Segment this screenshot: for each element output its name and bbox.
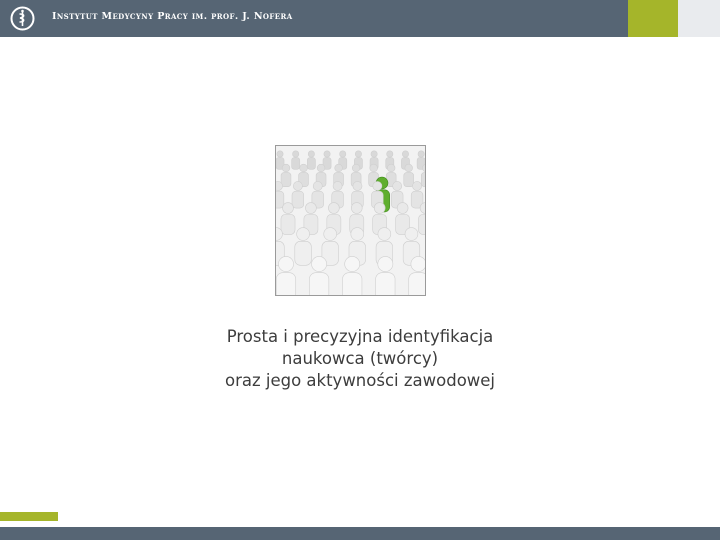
crowd-green-person-icon — [275, 145, 426, 296]
slide-title: Prosta i precyzyjna identyfikacja naukow… — [140, 326, 580, 392]
title-line-1: Prosta i precyzyjna identyfikacja — [226, 327, 494, 346]
header-bar: Instytut Medycyny Pracy im. prof. J. Nof… — [0, 0, 720, 37]
footer-bar — [0, 527, 720, 540]
footer-accent-green — [0, 512, 58, 521]
header-accent-green — [628, 0, 678, 37]
title-line-3: oraz jego aktywności zawodowej — [224, 371, 496, 390]
header-accent-light — [678, 0, 720, 37]
title-line-2: naukowca (twórcy) — [281, 349, 439, 368]
institution-name: Instytut Medycyny Pracy im. prof. J. Nof… — [52, 11, 293, 22]
institute-logo-icon — [10, 6, 35, 31]
